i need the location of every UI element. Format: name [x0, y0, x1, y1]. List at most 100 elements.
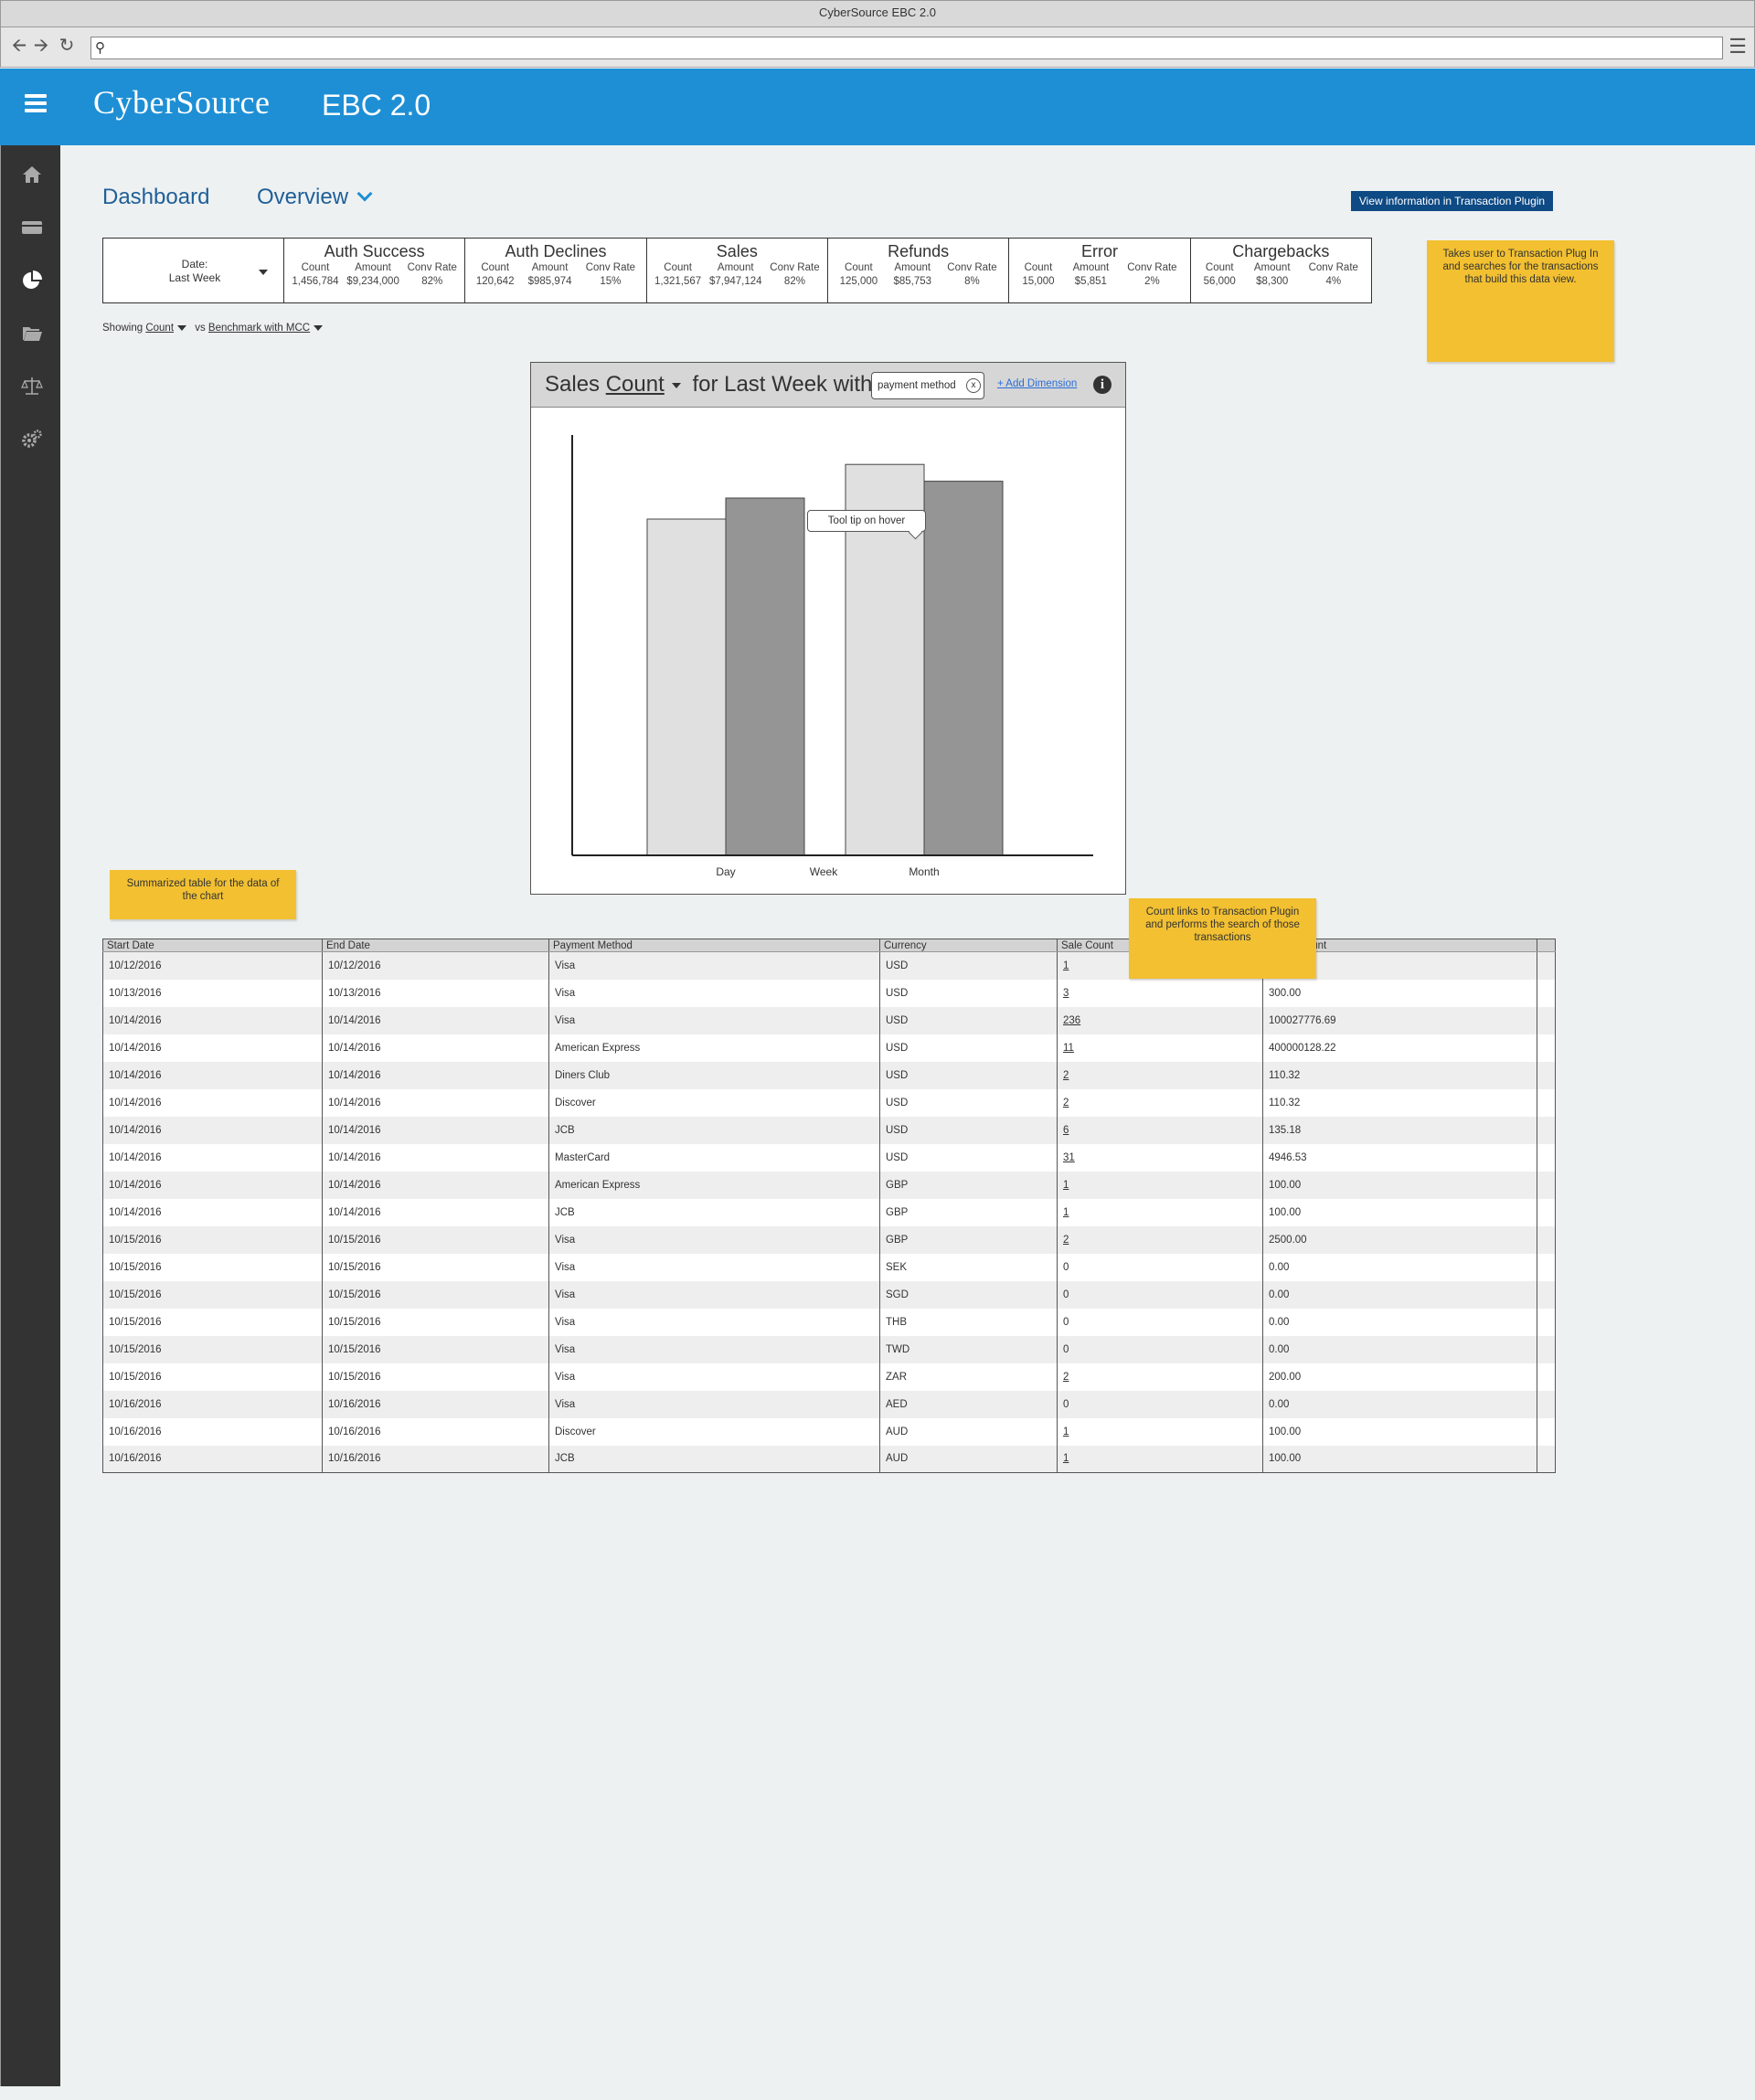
- metric-value: 4%: [1325, 276, 1342, 287]
- sale-count-link[interactable]: 3: [1063, 988, 1069, 999]
- table-cell: Visa: [548, 1225, 880, 1254]
- metric-column: Conv Rate 15%: [586, 261, 635, 289]
- sidebar: [0, 145, 60, 2086]
- table-cell: 0.00: [1262, 1280, 1537, 1309]
- vs-label: vs: [195, 323, 206, 334]
- sale-count-link[interactable]: 236: [1063, 1015, 1080, 1026]
- sale-count-cell: 236: [1057, 1006, 1263, 1034]
- sale-count-link[interactable]: 2: [1063, 1372, 1069, 1383]
- sale-count-cell: 6: [1057, 1116, 1263, 1144]
- scrollbar-cell: [1537, 1390, 1556, 1418]
- column-header[interactable]: Currency: [879, 939, 1058, 952]
- table-row: 10/14/2016 10/14/2016 American Express GBP 1…: [102, 1171, 1556, 1199]
- overview-dropdown[interactable]: Overview: [257, 185, 373, 210]
- sale-count-link[interactable]: 2: [1063, 1098, 1069, 1108]
- back-arrow-icon[interactable]: 🡨: [8, 35, 30, 57]
- table-row: 10/15/2016 10/15/2016 Visa ZAR 2 200.00: [102, 1363, 1556, 1391]
- table-cell: 10/14/2016: [102, 1061, 323, 1089]
- table-cell: 10/14/2016: [322, 1034, 549, 1062]
- table-row: 10/14/2016 10/14/2016 JCB GBP 1 100.00: [102, 1198, 1556, 1226]
- app-header: CyberSource EBC 2.0: [0, 69, 1755, 145]
- scrollbar-cell: [1537, 1335, 1556, 1363]
- table-cell: 10/12/2016: [322, 951, 549, 980]
- metric-group[interactable]: Auth Success Count 1,456,784 Amount $9,234,0…: [284, 239, 466, 302]
- table-cell: 0.00: [1262, 1390, 1537, 1418]
- sale-count-link[interactable]: 31: [1063, 1152, 1075, 1163]
- dimension-chip[interactable]: payment method x: [871, 372, 984, 399]
- credit-card-icon[interactable]: [21, 217, 43, 239]
- metric-column: Conv Rate 4%: [1309, 261, 1358, 289]
- table-cell: Diners Club: [548, 1061, 880, 1089]
- metric-value: 1,321,567: [654, 276, 702, 287]
- pie-chart-icon[interactable]: [21, 270, 43, 292]
- metric-group[interactable]: Chargebacks Count 56,000 Amount $8,300 Conv R…: [1191, 239, 1371, 302]
- sale-count-link[interactable]: 1: [1063, 1427, 1069, 1437]
- sale-count-link[interactable]: 11: [1063, 1043, 1074, 1054]
- table-cell: SEK: [879, 1253, 1058, 1281]
- forward-arrow-icon[interactable]: 🡪: [30, 35, 52, 57]
- sale-count-link[interactable]: 1: [1063, 1180, 1069, 1191]
- scrollbar-cell: [1537, 1061, 1556, 1089]
- caret-down-icon[interactable]: [671, 382, 681, 388]
- metric-label: Amount: [531, 262, 569, 273]
- table-cell: 10/13/2016: [102, 979, 323, 1007]
- scrollbar-cell: [1537, 1253, 1556, 1281]
- table-cell: 0: [1057, 1308, 1263, 1336]
- gears-icon[interactable]: [21, 429, 43, 451]
- metric-column: Count 125,000: [840, 261, 878, 289]
- close-icon[interactable]: x: [966, 378, 981, 393]
- sale-count-cell: 2: [1057, 1088, 1263, 1117]
- folder-icon[interactable]: [21, 323, 43, 345]
- bar[interactable]: [646, 518, 727, 856]
- metric-group[interactable]: Error Count 15,000 Amount $5,851 Conv Rate 2%: [1009, 239, 1191, 302]
- metric-label: Conv Rate: [585, 262, 636, 273]
- column-header[interactable]: End Date: [322, 939, 549, 952]
- metric-label: Count: [301, 262, 330, 273]
- page-title-dashboard[interactable]: Dashboard: [102, 185, 209, 210]
- bar[interactable]: [725, 497, 805, 856]
- benchmark-selector[interactable]: Benchmark with MCC: [208, 323, 310, 334]
- table-cell: 10/15/2016: [102, 1308, 323, 1336]
- table-cell: 0.00: [1262, 1253, 1537, 1281]
- table-cell: Visa: [548, 1390, 880, 1418]
- scrollbar-cell: [1537, 1363, 1556, 1391]
- view-transaction-plugin-button[interactable]: View information in Transaction Plugin: [1351, 191, 1553, 211]
- browser-menu-icon[interactable]: ☰: [1728, 35, 1747, 58]
- sale-count-link[interactable]: 1: [1063, 1453, 1069, 1464]
- hamburger-menu-icon[interactable]: [25, 94, 47, 112]
- table-cell: USD: [879, 1116, 1058, 1144]
- table-cell: 10/15/2016: [102, 1335, 323, 1363]
- sale-count-link[interactable]: 2: [1063, 1235, 1069, 1246]
- table-cell: 0: [1057, 1253, 1263, 1281]
- sale-count-link[interactable]: 1: [1063, 960, 1069, 971]
- reload-icon[interactable]: ↻: [56, 35, 78, 57]
- scale-icon[interactable]: [21, 376, 43, 398]
- url-input[interactable]: ⚲: [90, 37, 1723, 59]
- metric-column: Count 56,000: [1204, 261, 1236, 289]
- date-range-dropdown[interactable]: Date: Last Week: [103, 239, 284, 302]
- metric-selector[interactable]: Count: [145, 323, 174, 334]
- table-cell: 0.00: [1262, 1308, 1537, 1336]
- chart-metric-selector[interactable]: Count: [606, 372, 665, 397]
- metric-group[interactable]: Sales Count 1,321,567 Amount $7,947,124 Conv …: [647, 239, 828, 302]
- table-cell: 10/14/2016: [322, 1198, 549, 1226]
- metric-groups: Auth Success Count 1,456,784 Amount $9,234,0…: [284, 239, 1371, 302]
- scrollbar-cell: [1537, 1116, 1556, 1144]
- metric-label: Conv Rate: [407, 262, 457, 273]
- metric-label: Count: [1024, 262, 1053, 273]
- bar[interactable]: [923, 481, 1004, 856]
- column-header[interactable]: Payment Method: [548, 939, 880, 952]
- metric-group[interactable]: Refunds Count 125,000 Amount $85,753 Conv Rat…: [828, 239, 1010, 302]
- sales-chart-panel: Sales Count for Last Week with payment m…: [530, 362, 1126, 895]
- sale-count-link[interactable]: 1: [1063, 1207, 1069, 1218]
- metric-group[interactable]: Auth Declines Count 120,642 Amount $985,974 C…: [465, 239, 647, 302]
- column-header[interactable]: Start Date: [102, 939, 323, 952]
- info-icon[interactable]: i: [1093, 376, 1112, 394]
- sale-count-link[interactable]: 2: [1063, 1070, 1069, 1081]
- metric-value: $985,974: [527, 276, 572, 287]
- add-dimension-link[interactable]: + Add Dimension: [997, 378, 1077, 389]
- caret-down-icon[interactable]: [177, 324, 187, 331]
- home-icon[interactable]: [21, 164, 43, 186]
- caret-down-icon[interactable]: [314, 324, 324, 331]
- sale-count-link[interactable]: 6: [1063, 1125, 1069, 1136]
